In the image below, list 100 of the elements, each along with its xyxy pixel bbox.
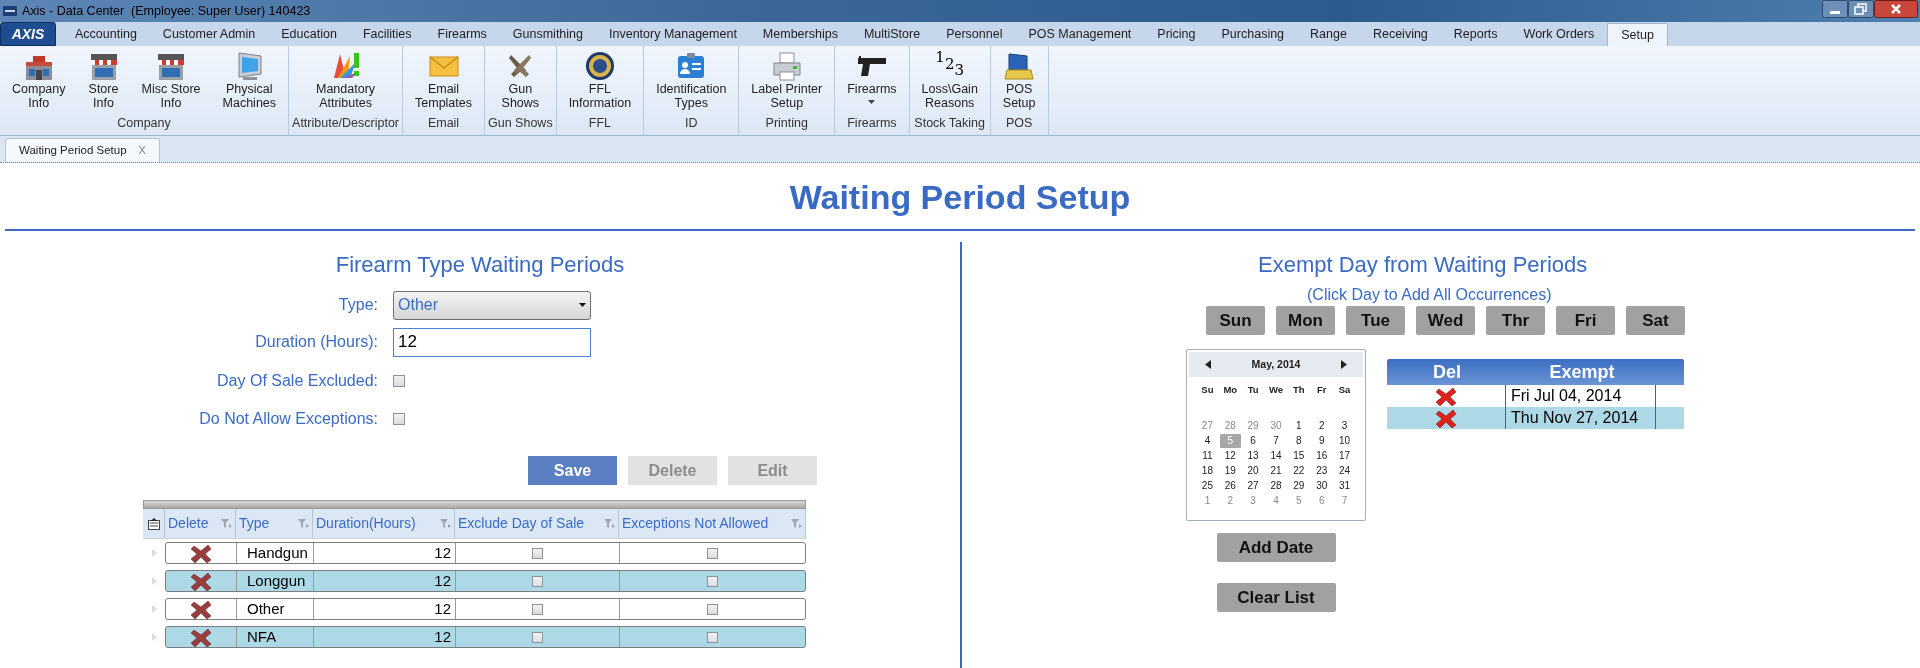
calendar-day[interactable]: 4 (1196, 434, 1219, 449)
table-row[interactable]: Thu Nov 27, 2014 (1387, 407, 1684, 429)
ribbon-button[interactable]: Mandatory Attributes (307, 50, 385, 110)
calendar-day[interactable]: 19 (1218, 464, 1242, 479)
menu-tab[interactable]: Purchasing (1208, 23, 1298, 46)
ribbon-button[interactable]: Misc Store Info (132, 50, 210, 110)
table-row[interactable]: Longgun 12 (165, 570, 806, 592)
restore-icon[interactable] (1848, 0, 1874, 18)
weekday-button[interactable]: Sat (1626, 306, 1685, 335)
menu-tab[interactable]: Personnel (933, 23, 1016, 46)
action-button[interactable]: Add Date (1216, 533, 1336, 562)
delete-icon[interactable] (189, 626, 213, 648)
checkbox[interactable] (532, 603, 543, 615)
checkbox[interactable] (532, 575, 543, 587)
document-tab[interactable]: Waiting Period Setup X (5, 138, 160, 162)
menu-tab[interactable]: Pricing (1144, 23, 1209, 46)
ribbon-button[interactable]: Email Templates (406, 50, 481, 110)
action-button[interactable]: Clear List (1216, 583, 1336, 612)
calendar-day[interactable]: 17 (1333, 449, 1356, 464)
checkbox[interactable] (707, 631, 718, 643)
menu-tab[interactable]: Inventory Management (596, 23, 750, 46)
menu-tab[interactable]: MultiStore (850, 23, 934, 46)
calendar-day[interactable]: 30 (1264, 419, 1288, 434)
calendar-day[interactable]: 21 (1264, 464, 1288, 479)
ribbon-button[interactable]: Identification Types (647, 50, 736, 110)
ribbon-button[interactable]: Physical Machines (213, 50, 286, 110)
calendar-day[interactable]: 30 (1310, 479, 1334, 494)
close-icon[interactable] (1874, 0, 1918, 18)
calendar-day[interactable]: 20 (1241, 464, 1265, 479)
checkbox[interactable] (707, 547, 718, 559)
menu-tab[interactable]: Education (268, 23, 350, 46)
ribbon-button[interactable]: Company Info (3, 50, 75, 110)
checkbox[interactable] (707, 603, 718, 615)
ribbon-button[interactable]: Firearms (838, 50, 906, 105)
table-row[interactable]: Handgun 12 (165, 542, 806, 564)
menu-tab[interactable]: Firearms (424, 23, 500, 46)
calendar-day[interactable]: 3 (1241, 494, 1265, 509)
ribbon-button[interactable]: FFL Information (559, 50, 641, 110)
calendar-day[interactable]: 22 (1287, 464, 1311, 479)
menu-tab[interactable]: Customer Admin (149, 23, 269, 46)
calendar-day[interactable]: 1 (1287, 419, 1311, 434)
weekday-button[interactable]: Mon (1276, 306, 1335, 335)
menu-tab[interactable]: POS Management (1015, 23, 1145, 46)
calendar-day[interactable]: 23 (1310, 464, 1334, 479)
weekday-button[interactable]: Wed (1416, 306, 1475, 335)
menu-tab[interactable]: Memberships (749, 23, 851, 46)
action-button[interactable]: Save (528, 456, 617, 485)
menu-tab[interactable]: Setup (1607, 23, 1668, 46)
calendar-day[interactable]: 25 (1196, 479, 1219, 494)
filter-icon[interactable] (298, 518, 309, 529)
delete-icon[interactable] (1434, 407, 1458, 429)
column-chooser-icon[interactable] (147, 517, 160, 530)
delete-icon[interactable] (1434, 385, 1458, 407)
calendar-day[interactable]: 26 (1218, 479, 1242, 494)
menu-tab[interactable]: Receiving (1359, 23, 1441, 46)
weekday-button[interactable]: Thr (1486, 306, 1545, 335)
menu-tab[interactable]: Facilities (349, 23, 425, 46)
checkbox[interactable] (393, 413, 405, 425)
menu-tab[interactable]: Range (1297, 23, 1360, 46)
filter-icon[interactable] (440, 518, 451, 529)
calendar-day[interactable]: 2 (1218, 494, 1242, 509)
ribbon-button[interactable]: 123 Loss\Gain Reasons (912, 50, 987, 110)
minimize-icon[interactable] (1822, 0, 1848, 18)
checkbox[interactable] (393, 374, 405, 387)
checkbox[interactable] (707, 575, 718, 587)
calendar-day[interactable]: 7 (1264, 434, 1288, 449)
menu-tab[interactable]: Accounting (62, 23, 150, 46)
calendar-day[interactable]: 29 (1287, 479, 1311, 494)
calendar-day[interactable]: 8 (1287, 434, 1311, 449)
calendar-day[interactable]: 3 (1333, 419, 1356, 434)
calendar-day[interactable]: 5 (1287, 494, 1311, 509)
duration-input[interactable]: 12 (393, 327, 591, 357)
delete-icon[interactable] (189, 598, 213, 620)
calendar-day[interactable]: 6 (1241, 434, 1265, 449)
calendar-day[interactable]: 28 (1264, 479, 1288, 494)
calendar-day[interactable]: 15 (1287, 449, 1311, 464)
menu-tab[interactable]: Gunsmithing (499, 23, 596, 46)
ribbon-button[interactable]: Gun Shows (492, 50, 549, 110)
type-dropdown[interactable]: Other (393, 290, 591, 320)
next-month-icon[interactable] (1341, 360, 1347, 369)
calendar-day[interactable]: 10 (1333, 434, 1356, 449)
menu-tab[interactable]: Work Orders (1510, 23, 1608, 46)
checkbox[interactable] (532, 631, 543, 643)
calendar-day[interactable]: 11 (1196, 449, 1219, 464)
weekday-button[interactable]: Tue (1346, 306, 1405, 335)
calendar-day[interactable]: 28 (1218, 419, 1242, 434)
table-row[interactable]: NFA 12 (165, 626, 806, 648)
calendar-day[interactable]: 18 (1196, 464, 1219, 479)
calendar-day[interactable]: 6 (1310, 494, 1334, 509)
delete-icon[interactable] (189, 542, 213, 564)
delete-icon[interactable] (189, 570, 213, 592)
calendar-day[interactable]: 7 (1333, 494, 1356, 509)
ribbon-button[interactable]: Label Printer Setup (742, 50, 832, 110)
filter-icon[interactable] (791, 518, 802, 529)
ribbon-button[interactable]: Store Info (78, 50, 129, 110)
checkbox[interactable] (532, 547, 543, 559)
calendar-day[interactable]: 29 (1241, 419, 1265, 434)
menu-tab[interactable]: Reports (1440, 23, 1511, 46)
calendar-day[interactable]: 12 (1218, 449, 1242, 464)
calendar-day[interactable]: 16 (1310, 449, 1334, 464)
